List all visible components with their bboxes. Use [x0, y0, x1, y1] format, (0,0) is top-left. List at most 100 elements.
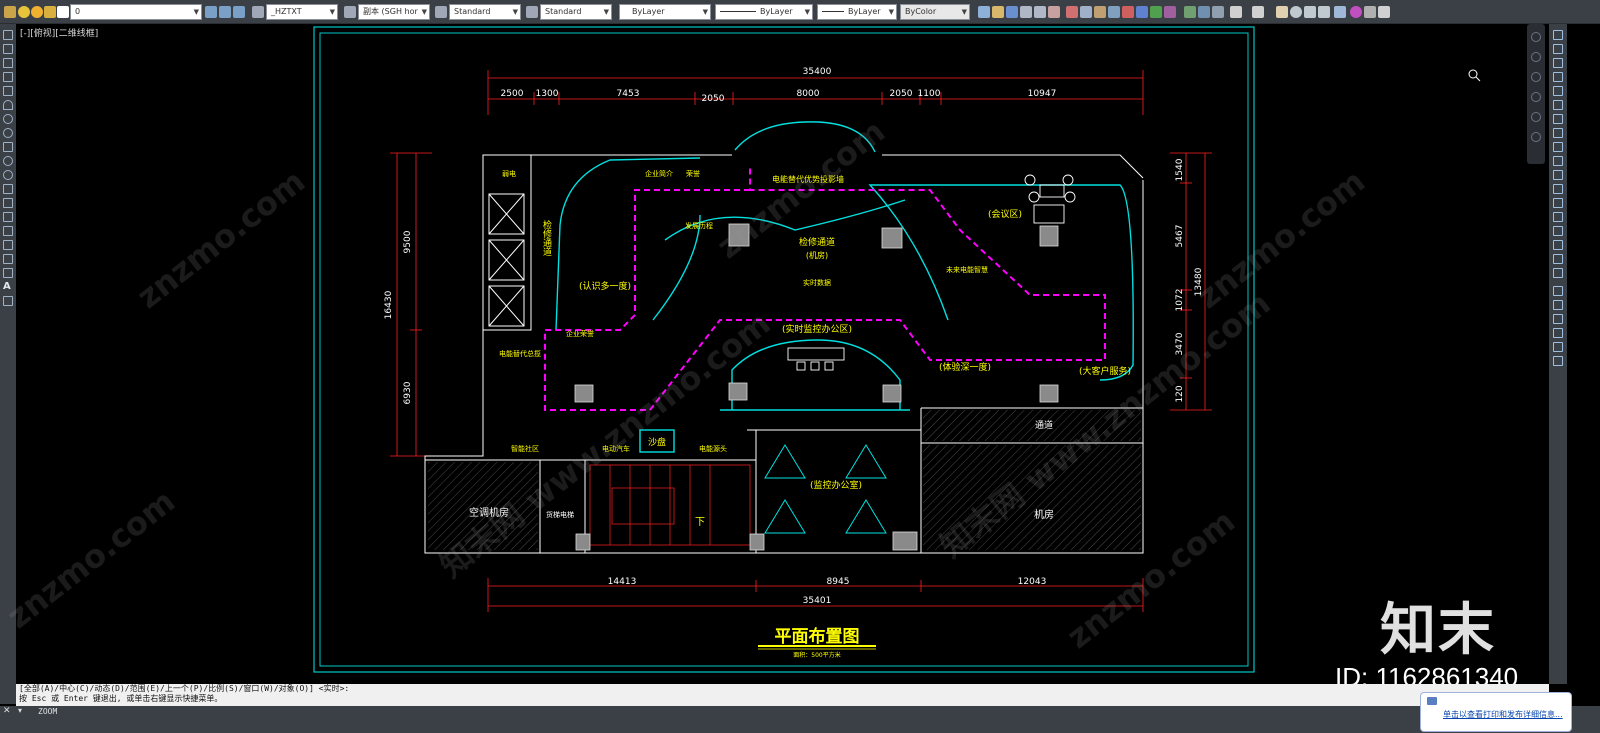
ac-room-hatch: [428, 462, 538, 550]
blend-icon[interactable]: [1553, 254, 1563, 264]
navigation-bar: [1527, 24, 1545, 164]
label-inspection-sub: (机房): [806, 250, 828, 260]
dim-left-1: 9500: [403, 230, 413, 253]
dim-right-1: 1540: [1175, 158, 1185, 181]
label-experience: (体验深一度): [939, 361, 991, 373]
extend-icon[interactable]: [1553, 170, 1563, 180]
label-development: 发展历程: [685, 221, 713, 230]
orbit-nav-icon[interactable]: [1531, 92, 1541, 102]
join-icon[interactable]: [1553, 212, 1563, 222]
layer-walk-icon[interactable]: [1553, 314, 1563, 324]
dim-top-8: 10947: [1028, 89, 1057, 99]
label-realtime-office: (实时监控办公区): [782, 323, 852, 335]
dim-top-3: 7453: [617, 89, 640, 99]
pan-nav-icon[interactable]: [1531, 52, 1541, 62]
zoom-cursor-handle: [1475, 76, 1481, 82]
dim-top-4: 2050: [702, 94, 725, 104]
zoom-nav-icon[interactable]: [1531, 72, 1541, 82]
label-inspection: 检修通道: [799, 236, 835, 248]
move-icon[interactable]: [1553, 100, 1563, 110]
zoom-cursor-icon: [1468, 69, 1478, 79]
label-elevator: 货梯电梯: [546, 510, 574, 519]
console-desk: [787, 347, 845, 371]
trim-icon[interactable]: [1553, 156, 1563, 166]
command-input-bar[interactable]: ✕ ▾ ZOOM: [0, 706, 1600, 733]
offset-icon[interactable]: [1553, 72, 1563, 82]
exhibit-walls: [555, 121, 1134, 453]
label-stair-down: 下: [695, 517, 705, 528]
break-icon[interactable]: [1553, 198, 1563, 208]
printer-icon: [1427, 697, 1437, 705]
dimension-left: [390, 152, 432, 457]
dim-left-overall: 16430: [384, 290, 394, 319]
inner-frame: [319, 32, 1249, 667]
array-icon[interactable]: [1553, 86, 1563, 96]
drawing-canvas[interactable]: 35400 2500 1300 7453 2050 8000 2050 1100…: [0, 0, 1600, 733]
scale-icon[interactable]: [1553, 128, 1563, 138]
label-recognize: (认识多一度): [579, 280, 631, 292]
command-line-1: [全部(A)/中心(C)/动态(D)/范围(E)/上一个(P)/比例(S)/窗口…: [19, 684, 350, 693]
plot-details-link[interactable]: 单击以查看打印和发布详细信息...: [1443, 709, 1563, 720]
drawing-subtitle: 面积：500平方米: [793, 651, 840, 659]
nav-extra-icon[interactable]: [1531, 132, 1541, 142]
label-machine-room: 机房: [1034, 508, 1054, 521]
label-substitution: 电能替代总揽: [499, 349, 541, 358]
dim-right-5: 120: [1175, 385, 1185, 402]
dim-top-5: 8000: [797, 89, 820, 99]
label-realtime-data: 实时数据: [803, 278, 831, 287]
label-cert: 荣誉: [686, 169, 700, 178]
label-vip: (大客户服务): [1079, 365, 1131, 377]
label-maintenance: 检修通道: [541, 219, 552, 257]
plot-notification[interactable]: 单击以查看打印和发布详细信息...: [1420, 692, 1572, 732]
layer-delete-icon[interactable]: [1553, 342, 1563, 352]
command-history: [全部(A)/中心(C)/动态(D)/范围(E)/上一个(P)/比例(S)/窗口…: [16, 684, 1549, 706]
label-corridor: 通道: [1035, 419, 1053, 431]
dim-top-7: 1100: [918, 89, 941, 99]
label-corp-intro: 企业简介: [645, 169, 673, 178]
dim-top-2: 1300: [536, 89, 559, 99]
dim-left-2: 6930: [403, 381, 413, 404]
dim-top-1: 2500: [501, 89, 524, 99]
corridor-hatch: [923, 410, 1141, 441]
dim-top-overall: 35400: [803, 67, 832, 77]
layer-copy-icon[interactable]: [1553, 356, 1563, 366]
steering-wheel-icon[interactable]: [1531, 32, 1541, 42]
layer-isolate-icon[interactable]: [1553, 300, 1563, 310]
label-sandbox: 沙盘: [648, 436, 666, 448]
break-at-point-icon[interactable]: [1553, 184, 1563, 194]
label-monitor-office: (监控办公室): [810, 479, 862, 491]
command-settings-icon[interactable]: ▾: [18, 706, 22, 715]
mirror-icon[interactable]: [1553, 58, 1563, 68]
layer-merge-icon[interactable]: [1553, 328, 1563, 338]
stretch-icon[interactable]: [1553, 142, 1563, 152]
command-input[interactable]: ZOOM: [38, 707, 57, 716]
dim-right-3: 1072: [1175, 289, 1185, 312]
drawing-title: 平面布置图: [775, 626, 860, 647]
showmotion-icon[interactable]: [1531, 112, 1541, 122]
meeting-table: [1024, 174, 1076, 224]
dimension-right: [1170, 152, 1212, 411]
dim-bottom-3: 12043: [1018, 577, 1047, 587]
dim-bottom-2: 8945: [827, 577, 850, 587]
command-line-2: 按 Esc 或 Enter 键退出, 或单击右键显示快捷菜单。: [19, 694, 223, 703]
label-main-screen: 电能替代优势投影墙: [772, 174, 844, 184]
label-meeting: (会议区): [988, 208, 1022, 220]
stair: [589, 464, 751, 546]
dim-bottom-overall: 35401: [803, 596, 832, 606]
brand-logo: 知末: [1380, 598, 1496, 663]
chamfer-icon[interactable]: [1553, 226, 1563, 236]
label-future-tech: 未来电能智慧: [946, 265, 988, 274]
layer-state-icon[interactable]: [1553, 286, 1563, 296]
dim-right-4: 3470: [1175, 332, 1185, 355]
erase-icon[interactable]: [1553, 30, 1563, 40]
label-elec-dist: 弱电: [502, 169, 516, 178]
command-close-icon[interactable]: ✕: [3, 706, 11, 716]
explode-icon[interactable]: [1553, 268, 1563, 278]
label-ev: 电动汽车: [602, 444, 630, 453]
label-ac-room: 空调机房: [469, 506, 509, 519]
fillet-icon[interactable]: [1553, 240, 1563, 250]
copy-object-icon[interactable]: [1553, 44, 1563, 54]
label-smart-community: 智能社区: [511, 444, 539, 453]
dim-right-2: 5467: [1175, 225, 1185, 248]
rotate-icon[interactable]: [1553, 114, 1563, 124]
